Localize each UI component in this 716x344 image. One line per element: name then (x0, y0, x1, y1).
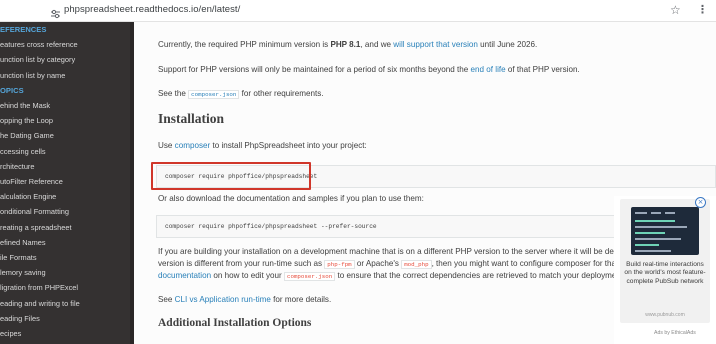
sidebar-item[interactable]: alculation Engine (0, 189, 134, 204)
paragraph-requirements: See the composer.json for other requirem… (158, 88, 324, 100)
text: , and we (360, 40, 394, 49)
sidebar-item[interactable]: efined Names (0, 235, 134, 250)
paragraph-dev-line3: documentation on how to edit your compos… (158, 270, 643, 282)
support-version-link[interactable]: will support that version (393, 40, 478, 49)
inline-code: mod_php (401, 260, 432, 269)
sidebar-item[interactable]: reating a spreadsheet (0, 220, 134, 235)
more-icon[interactable]: ⋮ (697, 3, 708, 17)
paragraph-download: Or also download the documentation and s… (158, 194, 424, 203)
text: to install PhpSpreadsheet into your proj… (210, 141, 367, 150)
php-version-text: PHP 8.1 (330, 40, 361, 49)
ads-by-label[interactable]: Ads by EthicalAds (654, 330, 696, 336)
text: See the (158, 89, 189, 98)
sidebar-item[interactable]: eading and writing to file (0, 296, 134, 311)
composer-link[interactable]: composer (175, 141, 211, 150)
text: version is different from your run-time … (158, 259, 325, 268)
close-icon[interactable]: × (695, 197, 706, 208)
sidebar-item[interactable]: lemory saving (0, 265, 134, 280)
text: of that PHP version. (505, 65, 580, 74)
sidebar-item[interactable]: eading Files (0, 311, 134, 326)
tune-icon[interactable] (50, 6, 61, 19)
url-text[interactable]: phpspreadsheet.readthedocs.io/en/latest/ (64, 4, 240, 15)
sidebar-nav: EFERENCES eatures cross reference unction … (0, 22, 134, 344)
ad-image[interactable] (631, 207, 699, 255)
paragraph-support: Support for PHP versions will only be ma… (158, 64, 580, 75)
text: or Apache's (354, 259, 402, 268)
composer-json-link[interactable]: composer.json (188, 90, 240, 99)
ad-card[interactable]: Build real-time interactions on the worl… (620, 199, 710, 323)
sidebar-item[interactable]: eatures cross reference (0, 37, 134, 52)
sidebar-item[interactable]: onditional Formatting (0, 204, 134, 219)
paragraph-php-version: Currently, the required PHP minimum vers… (158, 39, 537, 50)
paragraph-dev-line2: version is different from your run-time … (158, 258, 648, 270)
text: Use (158, 141, 175, 150)
sidebar-item[interactable]: ccessing cells (0, 144, 134, 159)
paragraph-cli: See CLI vs Application run-time for more… (158, 294, 331, 305)
inline-code: composer.json (284, 272, 336, 281)
sidebar-caption: OPICS (0, 85, 24, 95)
text: until June 2026. (477, 40, 538, 49)
heading-additional-options: Additional Installation Options (158, 317, 312, 329)
sidebar-item[interactable]: ehind the Mask (0, 98, 134, 113)
text: for more details. (270, 295, 332, 304)
ad-domain[interactable]: www.pubnub.com (624, 312, 706, 318)
sidebar-item[interactable]: utoFilter Reference (0, 174, 134, 189)
cli-vs-app-link[interactable]: CLI vs Application run-time (175, 295, 271, 304)
end-of-life-link[interactable]: end of life (471, 65, 506, 74)
text: on how to edit your (211, 271, 284, 280)
sidebar-item[interactable]: ecipes (0, 326, 134, 341)
star-icon[interactable]: ☆ (670, 3, 681, 17)
ad-text[interactable]: Build real-time interactions on the worl… (624, 261, 706, 286)
sidebar-caption: EFERENCES (0, 25, 47, 34)
sidebar-item[interactable]: unction list by name (0, 68, 134, 83)
text: to ensure that the correct dependencies … (335, 271, 643, 280)
sidebar-item[interactable]: ile Formats (0, 250, 134, 265)
text: Currently, the required PHP minimum vers… (158, 40, 331, 49)
sidebar-item[interactable]: opping the Loop (0, 113, 134, 128)
address-bar: phpspreadsheet.readthedocs.io/en/latest/… (0, 0, 716, 22)
text: for other requirements. (239, 89, 324, 98)
ad-panel[interactable]: Build real-time interactions on the worl… (614, 196, 716, 344)
sidebar-item[interactable]: rchitecture (0, 159, 134, 174)
sidebar-item[interactable]: ligration from PHPExcel (0, 280, 134, 295)
documentation-link[interactable]: documentation (158, 271, 211, 280)
text: See (158, 295, 175, 304)
paragraph-dev-line1: If you are building your installation on… (158, 247, 647, 256)
sidebar-item[interactable]: unction list by category (0, 52, 134, 67)
highlight-annotation (151, 162, 311, 190)
inline-code: php-fpm (324, 260, 355, 269)
text: Support for PHP versions will only be ma… (158, 65, 471, 74)
sidebar-item[interactable]: he Dating Game (0, 128, 134, 143)
paragraph-use-composer: Use composer to install PhpSpreadsheet i… (158, 140, 367, 151)
heading-installation: Installation (158, 111, 225, 126)
